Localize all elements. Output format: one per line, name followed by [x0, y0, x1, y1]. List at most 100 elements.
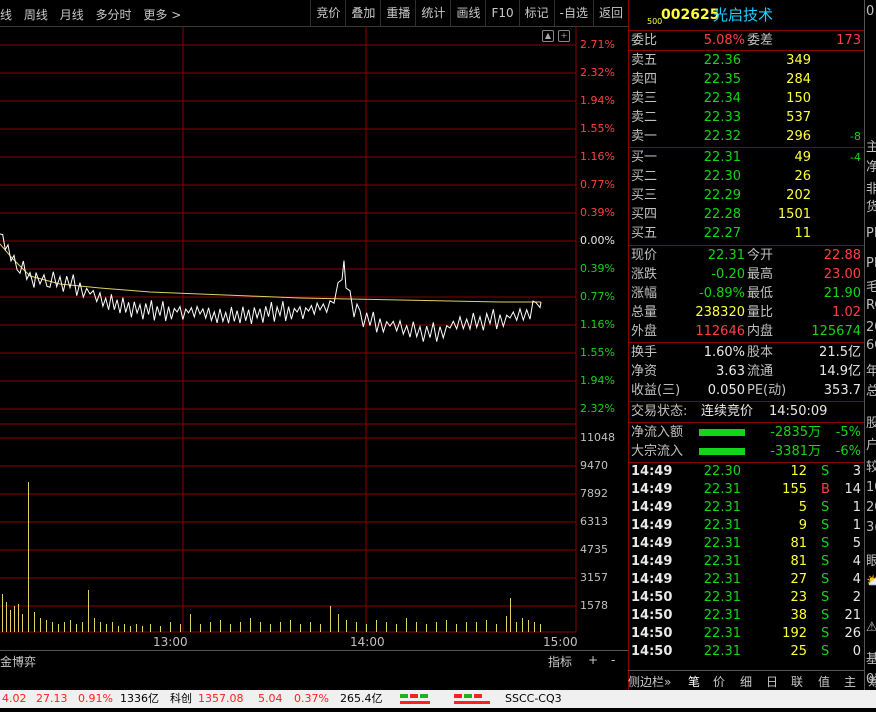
volume-bar — [88, 590, 89, 632]
back-button[interactable]: 返回 — [592, 0, 628, 26]
stock-name[interactable]: 光启技术 — [713, 6, 773, 25]
indicator-button[interactable]: 指标 — [548, 653, 572, 670]
panel-tab[interactable]: 日 — [766, 673, 778, 690]
zoom-in-button[interactable]: + — [588, 653, 598, 667]
ask-level[interactable]: 卖一 22.32 296 -8 — [629, 127, 865, 146]
tick-row[interactable]: 14:50 22.31 38 S 21 — [629, 607, 865, 625]
tick-row[interactable]: 14:50 22.31 25 S 0 — [629, 643, 865, 661]
stat-value: 1.60% — [703, 345, 745, 360]
side-panel-glyph: 20 — [866, 500, 876, 515]
volume-bar — [436, 622, 437, 632]
volume-bars — [2, 482, 541, 632]
panel-tab[interactable]: 细 — [740, 673, 752, 690]
level-label: 卖二 — [631, 110, 658, 125]
tick-time: 14:50 — [631, 644, 673, 659]
bid-level[interactable]: 买三 22.29 202 — [629, 186, 865, 205]
volume-bar — [310, 622, 311, 632]
bid-level[interactable]: 买一 22.31 49 -4 — [629, 148, 865, 167]
volume-bar — [118, 626, 119, 632]
volume-bar — [46, 620, 47, 632]
tick-row[interactable]: 14:49 22.31 81 S 5 — [629, 535, 865, 553]
tick-row[interactable]: 14:50 22.31 23 S 2 — [629, 589, 865, 607]
tick-time: 14:49 — [631, 572, 673, 587]
tick-row[interactable]: 14:50 22.31 192 S 26 — [629, 625, 865, 643]
panel-tab[interactable]: 主 — [844, 673, 856, 690]
average-price-line — [0, 243, 541, 303]
zoom-out-button[interactable]: - — [611, 653, 615, 667]
expand-icon[interactable]: ▲ — [542, 30, 554, 42]
volume-bar — [14, 606, 15, 632]
level-volume: 284 — [786, 72, 811, 87]
intraday-chart[interactable]: ▲ + 2.71% 2.32% 1.94% 1.55% 1.16% 0.77% 0.39% 0… — [0, 26, 628, 650]
status-index-pct: 0.91% — [78, 692, 113, 705]
volume-bar — [338, 614, 339, 632]
volume-bar — [406, 618, 407, 632]
sidebar-toggle[interactable]: 侧边栏» — [628, 673, 671, 690]
bid-level[interactable]: 买四 22.28 1501 — [629, 205, 865, 224]
tick-row[interactable]: 14:49 22.30 12 S 3 — [629, 463, 865, 481]
volume-bar — [386, 622, 387, 632]
ask-level[interactable]: 卖四 22.35 284 — [629, 70, 865, 89]
chart-grid — [0, 26, 577, 633]
remove-watchlist-button[interactable]: -自选 — [553, 0, 593, 26]
level-price: 22.27 — [703, 226, 741, 241]
stats-button[interactable]: 统计 — [415, 0, 450, 26]
tick-row[interactable]: 14:49 22.31 5 S 1 — [629, 499, 865, 517]
side-panel-glyph: 10 — [866, 480, 876, 495]
tick-direction: S — [821, 626, 830, 641]
tab-period-weekly[interactable]: 周线 — [24, 8, 48, 22]
tick-row[interactable]: 14:49 22.31 9 S 1 — [629, 517, 865, 535]
volume-bar — [82, 622, 83, 632]
auction-button[interactable]: 竞价 — [310, 0, 345, 26]
level-label: 卖一 — [631, 129, 658, 144]
bid-level[interactable]: 买二 22.30 26 — [629, 167, 865, 186]
time-label-1300: 13:00 — [153, 635, 188, 649]
replay-button[interactable]: 重播 — [380, 0, 415, 26]
volume-bar — [180, 624, 181, 632]
mark-button[interactable]: 标记 — [518, 0, 554, 26]
chart-bottom-bar: 金博弈 指标 + - — [0, 650, 628, 671]
percent-label: 0.77% — [580, 178, 615, 191]
draw-line-button[interactable]: 画线 — [450, 0, 485, 26]
tick-count: 2 — [852, 590, 861, 605]
percent-label: 2.32% — [580, 66, 615, 79]
tab-multi-intraday[interactable]: 多分时 — [96, 8, 132, 22]
tick-price: 22.31 — [703, 554, 741, 569]
ask-level[interactable]: 卖五 22.36 349 — [629, 51, 865, 70]
shrink-icon[interactable]: + — [558, 30, 570, 42]
bid-level[interactable]: 买五 22.27 11 — [629, 224, 865, 243]
stat-value: 353.7 — [823, 383, 861, 398]
status-kechuang-value: 1357.08 — [198, 692, 244, 705]
volume-bar — [346, 620, 347, 632]
volume-bar — [58, 624, 59, 632]
tick-row[interactable]: 14:49 22.31 155 B 14 — [629, 481, 865, 499]
tick-row[interactable]: 14:49 22.31 27 S 4 — [629, 571, 865, 589]
more-menu[interactable]: 更多 > — [143, 8, 181, 22]
panel-tab[interactable]: 笔 — [688, 673, 700, 690]
tab-period-monthly[interactable]: 月线 — [60, 8, 84, 22]
tab-period-0[interactable]: 线 — [0, 8, 12, 22]
percent-label: 0.77% — [580, 290, 615, 303]
period-tabs: 线 周线 月线 多分时 更多 > — [0, 6, 189, 23]
tick-price: 22.31 — [703, 644, 741, 659]
volume-bar — [200, 624, 201, 632]
panel-tab[interactable]: 价 — [713, 673, 725, 690]
panel-tab[interactable]: 联 — [791, 673, 803, 690]
stat-value: 3.63 — [716, 364, 745, 379]
side-panel-glyph: 毛 — [866, 276, 876, 295]
ask-level[interactable]: 卖二 22.33 537 — [629, 108, 865, 127]
tick-direction: S — [821, 536, 830, 551]
percent-label: 1.55% — [580, 346, 615, 359]
f10-button[interactable]: F10 — [485, 0, 518, 26]
tick-row[interactable]: 14:49 22.31 81 S 4 — [629, 553, 865, 571]
overlay-button[interactable]: 叠加 — [345, 0, 380, 26]
tick-volume: 81 — [790, 554, 807, 569]
quote-row: 涨跌 -0.20 最高 23.00 — [629, 265, 865, 284]
quote-label: 量比 — [747, 305, 774, 320]
volume-bar — [2, 594, 3, 632]
indicator-name[interactable]: 金博弈 — [0, 653, 36, 670]
ask-level[interactable]: 卖三 22.34 150 — [629, 89, 865, 108]
panel-tab[interactable]: 值 — [818, 673, 830, 690]
flow-label: 净流入额 — [631, 425, 684, 440]
toolbar-actions: 竞价 叠加 重播 统计 画线 F10 标记 -自选 返回 — [310, 0, 628, 26]
